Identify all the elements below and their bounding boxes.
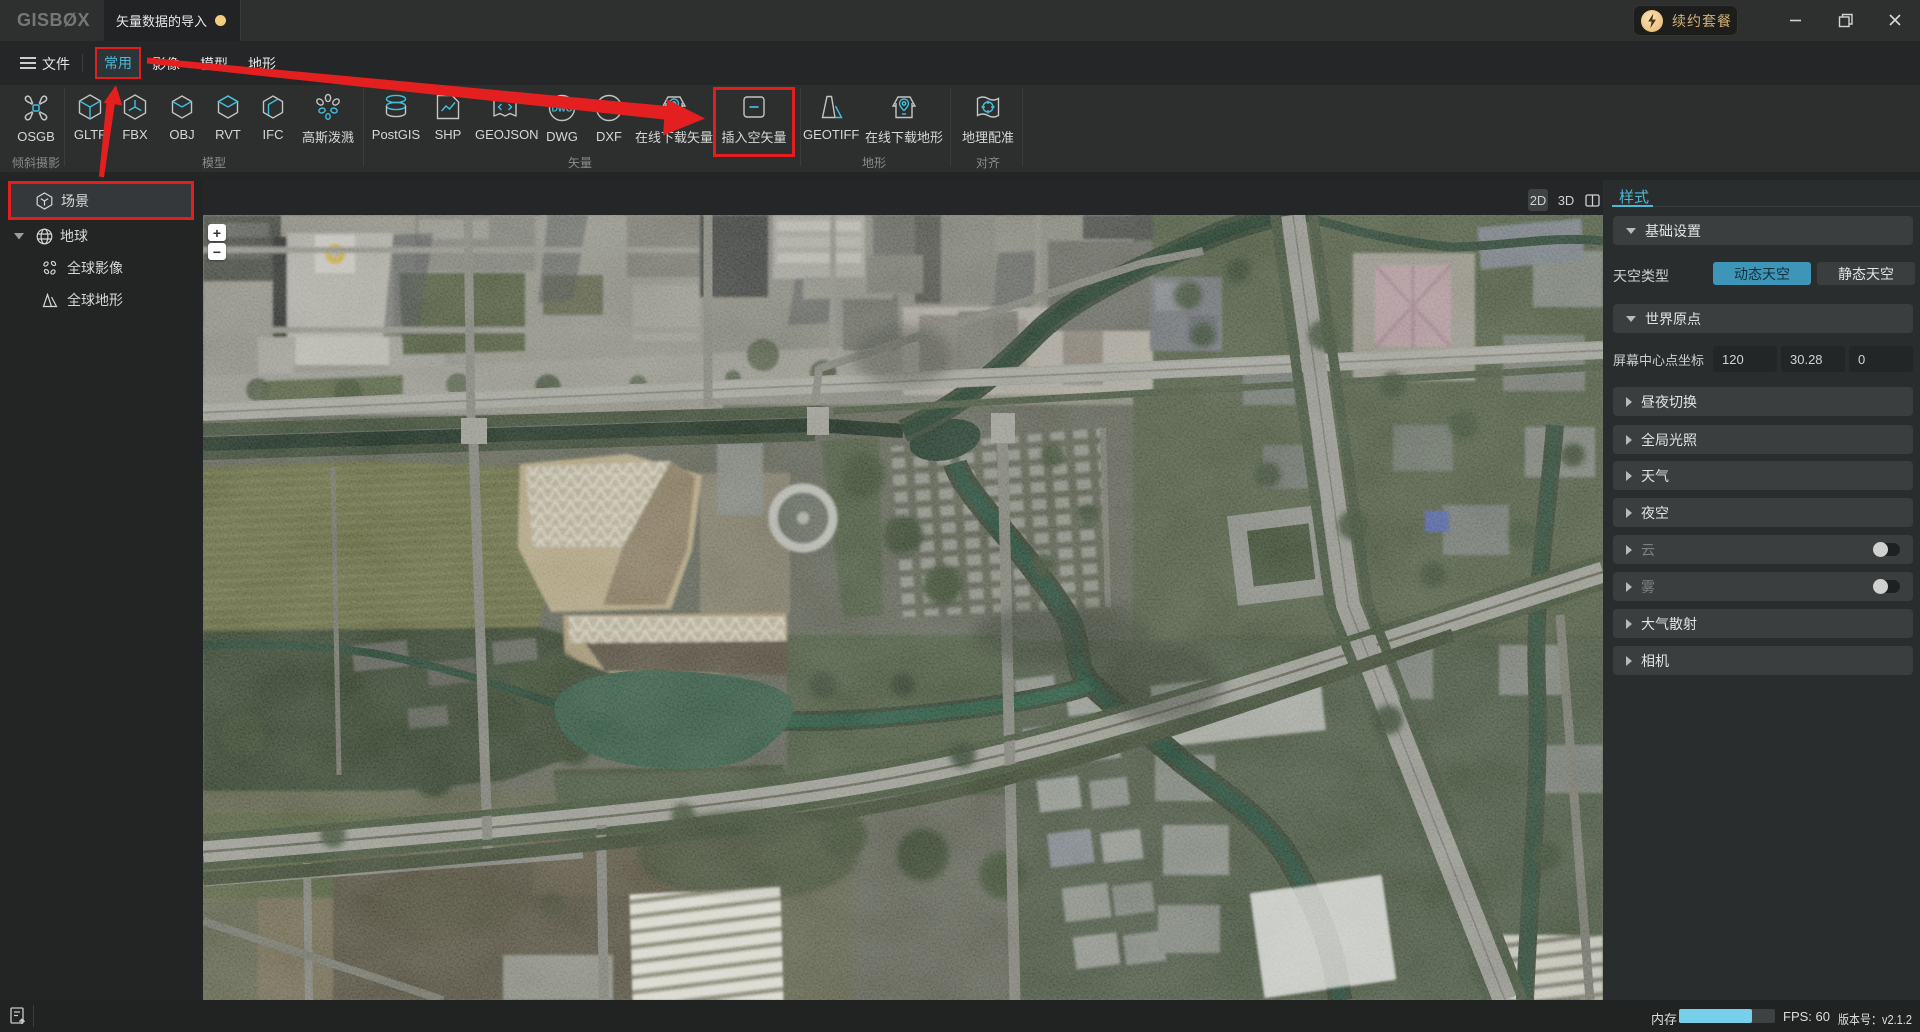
svg-text:DXF: DXF — [601, 104, 618, 114]
svg-text:DWG: DWG — [552, 104, 573, 114]
